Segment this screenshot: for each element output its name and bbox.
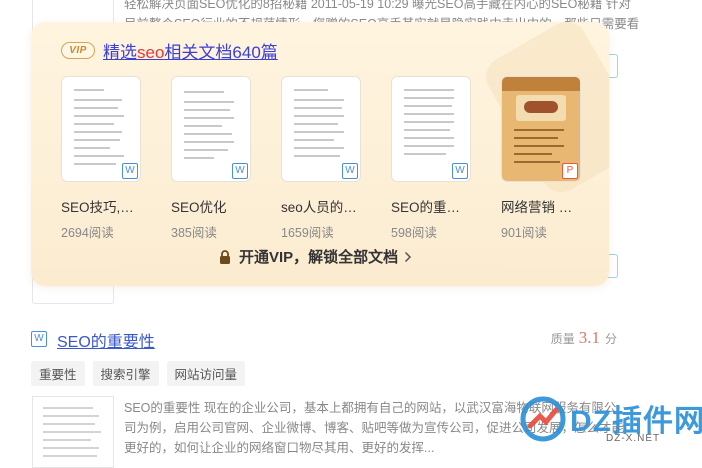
document-read-count: 385阅读: [171, 226, 217, 240]
chevron-right-icon: [405, 251, 412, 262]
result-tag[interactable]: 搜索引擎: [92, 361, 159, 386]
quality-label: 质量: [550, 332, 575, 346]
document-read-count: 598阅读: [391, 226, 437, 240]
word-icon: W: [342, 163, 358, 179]
result-tag[interactable]: 网站访问量: [166, 361, 246, 386]
quality-unit: 分: [604, 332, 617, 346]
document-name[interactable]: SEO优化: [171, 196, 271, 216]
word-icon: W: [232, 163, 248, 179]
document-name[interactable]: 网络营销 …: [501, 196, 601, 216]
dz-logo-icon: [520, 396, 566, 442]
vip-document-card[interactable]: W SEO的重… 598阅读: [391, 76, 491, 241]
document-read-count: 1659阅读: [281, 226, 334, 240]
word-icon: W: [452, 163, 468, 179]
vip-badge-icon: VIP: [61, 42, 95, 59]
vip-title-link[interactable]: 精选seo相关文档640篇: [103, 38, 278, 63]
vip-document-card[interactable]: P 网络营销 … 901阅读: [501, 76, 601, 241]
site-watermark: DZ插件网 DZ-X.NET: [520, 392, 702, 458]
document-name[interactable]: seo人员的…: [281, 196, 381, 216]
document-name[interactable]: SEO的重…: [391, 196, 491, 216]
unlock-vip-label: 开通VIP，解锁全部文档: [239, 249, 399, 266]
document-thumbnail[interactable]: W: [171, 76, 251, 182]
word-icon: W: [31, 331, 47, 347]
document-thumbnail[interactable]: P: [501, 76, 581, 182]
result-tags: 重要性 搜索引擎 网站访问量: [31, 361, 253, 386]
vip-recommendation-panel: VIP 精选seo相关文档640篇 W SEO技巧,… 2694阅读 W SEO…: [31, 22, 609, 286]
result-thumbnail[interactable]: [32, 396, 114, 468]
document-thumbnail[interactable]: W: [281, 76, 361, 182]
word-icon: W: [122, 163, 138, 179]
unlock-vip-button[interactable]: 开通VIP，解锁全部文档: [219, 246, 412, 267]
vip-title-suffix: 相关文档640篇: [164, 43, 278, 62]
result-tag[interactable]: 重要性: [31, 361, 85, 386]
watermark-url: DZ-X.NET: [606, 433, 661, 444]
vip-header: VIP 精选seo相关文档640篇: [61, 38, 278, 63]
document-thumbnail[interactable]: W: [61, 76, 141, 182]
ppt-icon: P: [562, 163, 578, 179]
lock-icon: [220, 249, 230, 264]
vip-document-list: W SEO技巧,… 2694阅读 W SEO优化 385阅读 W seo人员的……: [61, 76, 609, 241]
vip-document-card[interactable]: W SEO优化 385阅读: [171, 76, 271, 241]
document-read-count: 901阅读: [501, 226, 547, 240]
quality-score: 3.1: [578, 328, 600, 347]
background-snippet-line: 轻松解决页面SEO优化的8招秘籍 2011-05-19 10:29 曝光SEO高…: [124, 0, 631, 11]
vip-document-card[interactable]: W seo人员的… 1659阅读: [281, 76, 381, 241]
document-thumbnail[interactable]: W: [391, 76, 471, 182]
result-title-link[interactable]: SEO的重要性: [57, 328, 155, 352]
quality-rating: 质量 3.1 分: [551, 328, 617, 348]
vip-title-keyword: seo: [137, 43, 165, 62]
document-name[interactable]: SEO技巧,…: [61, 196, 161, 216]
document-read-count: 2694阅读: [61, 226, 114, 240]
vip-document-card[interactable]: W SEO技巧,… 2694阅读: [61, 76, 161, 241]
vip-title-prefix: 精选: [103, 43, 137, 62]
